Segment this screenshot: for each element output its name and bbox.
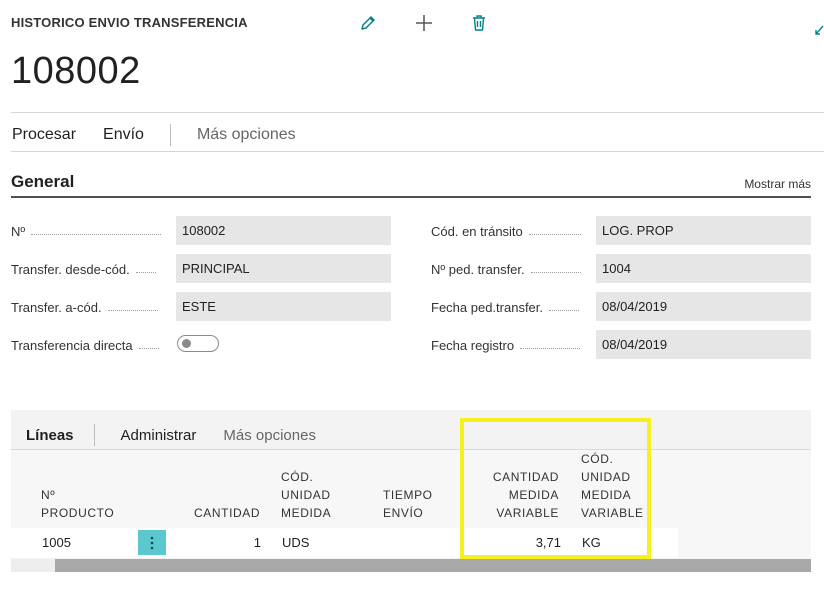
edit-pencil-icon[interactable] — [357, 12, 379, 34]
action-envio[interactable]: Envío — [103, 126, 144, 144]
horizontal-scrollbar[interactable] — [11, 559, 811, 572]
col-header-producto[interactable]: Nº PRODUCTO — [41, 486, 114, 522]
field-label-text: Transfer. a-cód. — [11, 300, 102, 315]
label-dots — [528, 234, 581, 235]
field-label-text: Transferencia directa — [11, 338, 133, 353]
row-actions-ellipsis-icon[interactable] — [138, 530, 166, 555]
collapse-arrow-icon[interactable] — [814, 24, 824, 38]
col-header-line: UNIDAD — [581, 470, 631, 484]
col-header-line: VARIABLE — [496, 506, 559, 520]
col-header-line: CANTIDAD — [194, 506, 261, 520]
cell-cod-unidad-medida[interactable]: UDS — [282, 535, 309, 550]
col-header-line: MEDIDA — [508, 488, 559, 502]
section-underline — [11, 196, 811, 198]
toggle-knob — [182, 339, 191, 348]
field-label-text: Fecha registro — [431, 338, 515, 353]
label-dots — [138, 348, 159, 349]
divider — [11, 112, 824, 113]
col-header-line: PRODUCTO — [41, 506, 115, 520]
lines-separator — [93, 424, 95, 446]
table-row[interactable]: 1005 1 UDS 3,71 KG — [11, 528, 678, 558]
label-dots — [107, 310, 158, 311]
label-dots — [31, 234, 162, 235]
field-label-transfer-a: Transfer. a-cód. — [11, 300, 158, 315]
section-title-general[interactable]: General — [11, 172, 74, 192]
col-header-line: MEDIDA — [581, 488, 632, 502]
field-label-text: Nº — [11, 224, 26, 239]
col-header-cantidad-medida-variable[interactable]: CANTIDAD MEDIDA VARIABLE — [481, 468, 559, 522]
cell-producto[interactable]: 1005 — [42, 535, 71, 550]
field-label-ped-transfer: Nº ped. transfer. — [431, 262, 581, 277]
label-dots — [549, 310, 580, 311]
col-header-cantidad[interactable]: CANTIDAD — [194, 504, 260, 522]
divider — [11, 151, 824, 152]
col-header-line: MEDIDA — [281, 506, 332, 520]
cell-cod-unidad-medida-variable[interactable]: KG — [582, 535, 601, 550]
field-no-value: 108002 — [176, 216, 391, 245]
cell-cantidad[interactable]: 1 — [211, 535, 261, 550]
col-header-line: CÓD. — [281, 470, 314, 484]
field-label-text: Transfer. desde-cód. — [11, 262, 130, 277]
label-dots — [520, 348, 581, 349]
transferencia-directa-toggle[interactable] — [177, 335, 219, 352]
field-label-text: Nº ped. transfer. — [431, 262, 525, 277]
col-header-tiempo-envio[interactable]: TIEMPO ENVÍO — [383, 486, 433, 522]
lines-table: Nº PRODUCTO CANTIDAD CÓD. UNIDAD MEDIDA … — [11, 450, 811, 558]
page-caption: HISTORICO ENVIO TRANSFERENCIA — [11, 15, 248, 30]
col-header-line: Nº — [41, 488, 56, 502]
field-fecha-registro-value: 08/04/2019 — [596, 330, 811, 359]
label-dots — [530, 272, 581, 273]
show-more-link[interactable]: Mostrar más — [744, 177, 811, 191]
col-header-cod-unidad-medida[interactable]: CÓD. UNIDAD MEDIDA — [281, 468, 331, 522]
action-separator — [169, 124, 171, 146]
col-header-line: UNIDAD — [281, 488, 331, 502]
action-mas-opciones[interactable]: Más opciones — [197, 126, 296, 144]
field-label-fecha-registro: Fecha registro — [431, 338, 581, 353]
lines-action-bar: Líneas Administrar Más opciones — [26, 424, 316, 446]
lines-panel: Líneas Administrar Más opciones Nº PRODU… — [11, 410, 811, 572]
action-bar: Procesar Envío Más opciones — [12, 124, 296, 146]
cell-cantidad-medida-variable[interactable]: 3,71 — [501, 535, 561, 550]
delete-trash-icon[interactable] — [468, 12, 490, 34]
field-fecha-ped-transfer-value: 08/04/2019 — [596, 292, 811, 321]
col-header-line: CANTIDAD — [492, 470, 559, 484]
col-header-line: CÓD. — [581, 452, 614, 466]
field-label-transferencia-directa: Transferencia directa — [11, 338, 159, 353]
field-label-cod-transito: Cód. en tránsito — [431, 224, 581, 239]
scrollbar-thumb[interactable] — [55, 559, 811, 572]
action-procesar[interactable]: Procesar — [12, 126, 76, 144]
field-label-fecha-ped-transfer: Fecha ped.transfer. — [431, 300, 580, 315]
col-header-line: TIEMPO — [383, 488, 433, 502]
field-ped-transfer-value: 1004 — [596, 254, 811, 283]
field-transfer-a-value: ESTE — [176, 292, 391, 321]
field-transfer-desde-value: PRINCIPAL — [176, 254, 391, 283]
col-header-line: VARIABLE — [581, 506, 644, 520]
action-lines-mas-opciones[interactable]: Más opciones — [223, 427, 316, 444]
field-label-text: Cód. en tránsito — [431, 224, 523, 239]
col-header-cod-unidad-medida-variable[interactable]: CÓD. UNIDAD MEDIDA VARIABLE — [581, 450, 644, 522]
field-cod-transito-value: LOG. PROP — [596, 216, 811, 245]
field-label-no: Nº — [11, 224, 162, 239]
record-title: 108002 — [11, 50, 141, 92]
field-label-transfer-desde: Transfer. desde-cód. — [11, 262, 156, 277]
col-header-line: ENVÍO — [383, 506, 424, 520]
label-dots — [135, 272, 156, 273]
field-label-text: Fecha ped.transfer. — [431, 300, 544, 315]
tab-lineas[interactable]: Líneas — [26, 427, 74, 444]
add-plus-icon[interactable] — [413, 12, 435, 34]
action-administrar[interactable]: Administrar — [121, 427, 197, 444]
